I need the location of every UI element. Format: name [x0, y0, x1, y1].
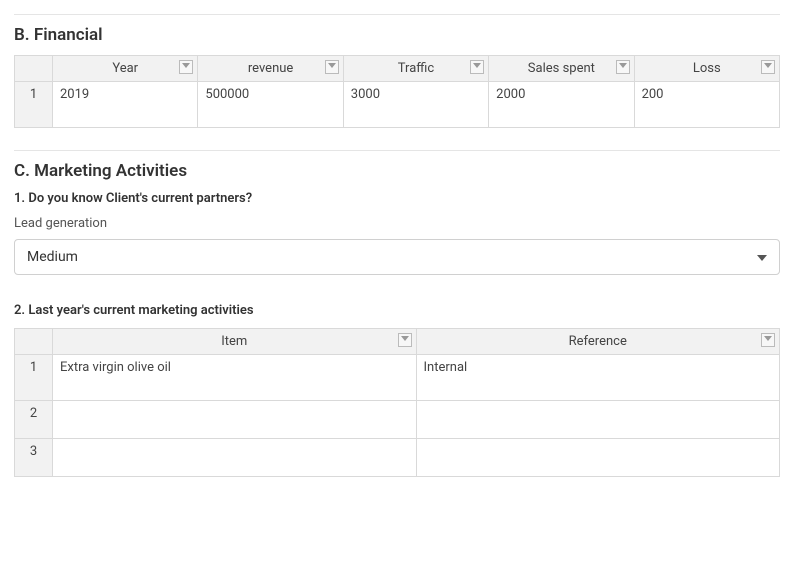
filter-icon[interactable]: [179, 60, 193, 74]
col-rownum: [15, 56, 53, 82]
col-label: Reference: [569, 334, 627, 349]
cell-reference[interactable]: Internal: [416, 355, 780, 401]
filter-icon[interactable]: [616, 60, 630, 74]
col-label: revenue: [248, 61, 293, 76]
cell-loss[interactable]: 200: [634, 82, 779, 128]
col-label: Traffic: [398, 61, 434, 76]
cell-traffic[interactable]: 3000: [343, 82, 488, 128]
col-year[interactable]: Year: [53, 56, 198, 82]
cell-revenue[interactable]: 500000: [198, 82, 343, 128]
cell-item[interactable]: [53, 439, 417, 477]
select-value: Medium: [27, 249, 78, 265]
question-2: 2. Last year's current marketing activit…: [14, 303, 780, 318]
section-b-title: B. Financial: [14, 25, 780, 45]
row-number: 1: [15, 82, 53, 128]
divider-mid: [14, 150, 780, 151]
col-sales-spent[interactable]: Sales spent: [489, 56, 634, 82]
col-traffic[interactable]: Traffic: [343, 56, 488, 82]
table-row: 3: [15, 439, 780, 477]
cell-reference[interactable]: [416, 401, 780, 439]
col-loss[interactable]: Loss: [634, 56, 779, 82]
section-financial: B. Financial Year revenue Traff: [14, 25, 780, 128]
cell-year[interactable]: 2019: [53, 82, 198, 128]
col-revenue[interactable]: revenue: [198, 56, 343, 82]
row-number: 2: [15, 401, 53, 439]
filter-icon[interactable]: [470, 60, 484, 74]
cell-item[interactable]: Extra virgin olive oil: [53, 355, 417, 401]
filter-icon[interactable]: [761, 333, 775, 347]
col-rownum: [15, 329, 53, 355]
col-item[interactable]: Item: [53, 329, 417, 355]
filter-icon[interactable]: [325, 60, 339, 74]
cell-reference[interactable]: [416, 439, 780, 477]
section-c-title: C. Marketing Activities: [14, 161, 780, 181]
financial-table: Year revenue Traffic: [14, 55, 780, 128]
question-1: 1. Do you know Client's current partners…: [14, 191, 780, 206]
col-label: Sales spent: [528, 61, 595, 76]
row-number: 3: [15, 439, 53, 477]
divider-top: [14, 14, 780, 15]
col-label: Item: [221, 334, 247, 349]
lead-generation-select[interactable]: Medium: [14, 239, 780, 275]
row-number: 1: [15, 355, 53, 401]
table-row: 2: [15, 401, 780, 439]
activities-table: Item Reference 1 Extra virgin olive oil …: [14, 328, 780, 477]
chevron-down-icon: [757, 249, 767, 265]
cell-sales-spent[interactable]: 2000: [489, 82, 634, 128]
table-row: 1 2019 500000 3000 2000 200: [15, 82, 780, 128]
cell-item[interactable]: [53, 401, 417, 439]
table-header-row: Item Reference: [15, 329, 780, 355]
table-header-row: Year revenue Traffic: [15, 56, 780, 82]
section-marketing: C. Marketing Activities 1. Do you know C…: [14, 161, 780, 477]
col-label: Year: [112, 61, 138, 76]
q1-label: Lead generation: [14, 216, 780, 231]
filter-icon[interactable]: [761, 60, 775, 74]
col-reference[interactable]: Reference: [416, 329, 780, 355]
col-label: Loss: [693, 61, 721, 76]
filter-icon[interactable]: [398, 333, 412, 347]
table-row: 1 Extra virgin olive oil Internal: [15, 355, 780, 401]
